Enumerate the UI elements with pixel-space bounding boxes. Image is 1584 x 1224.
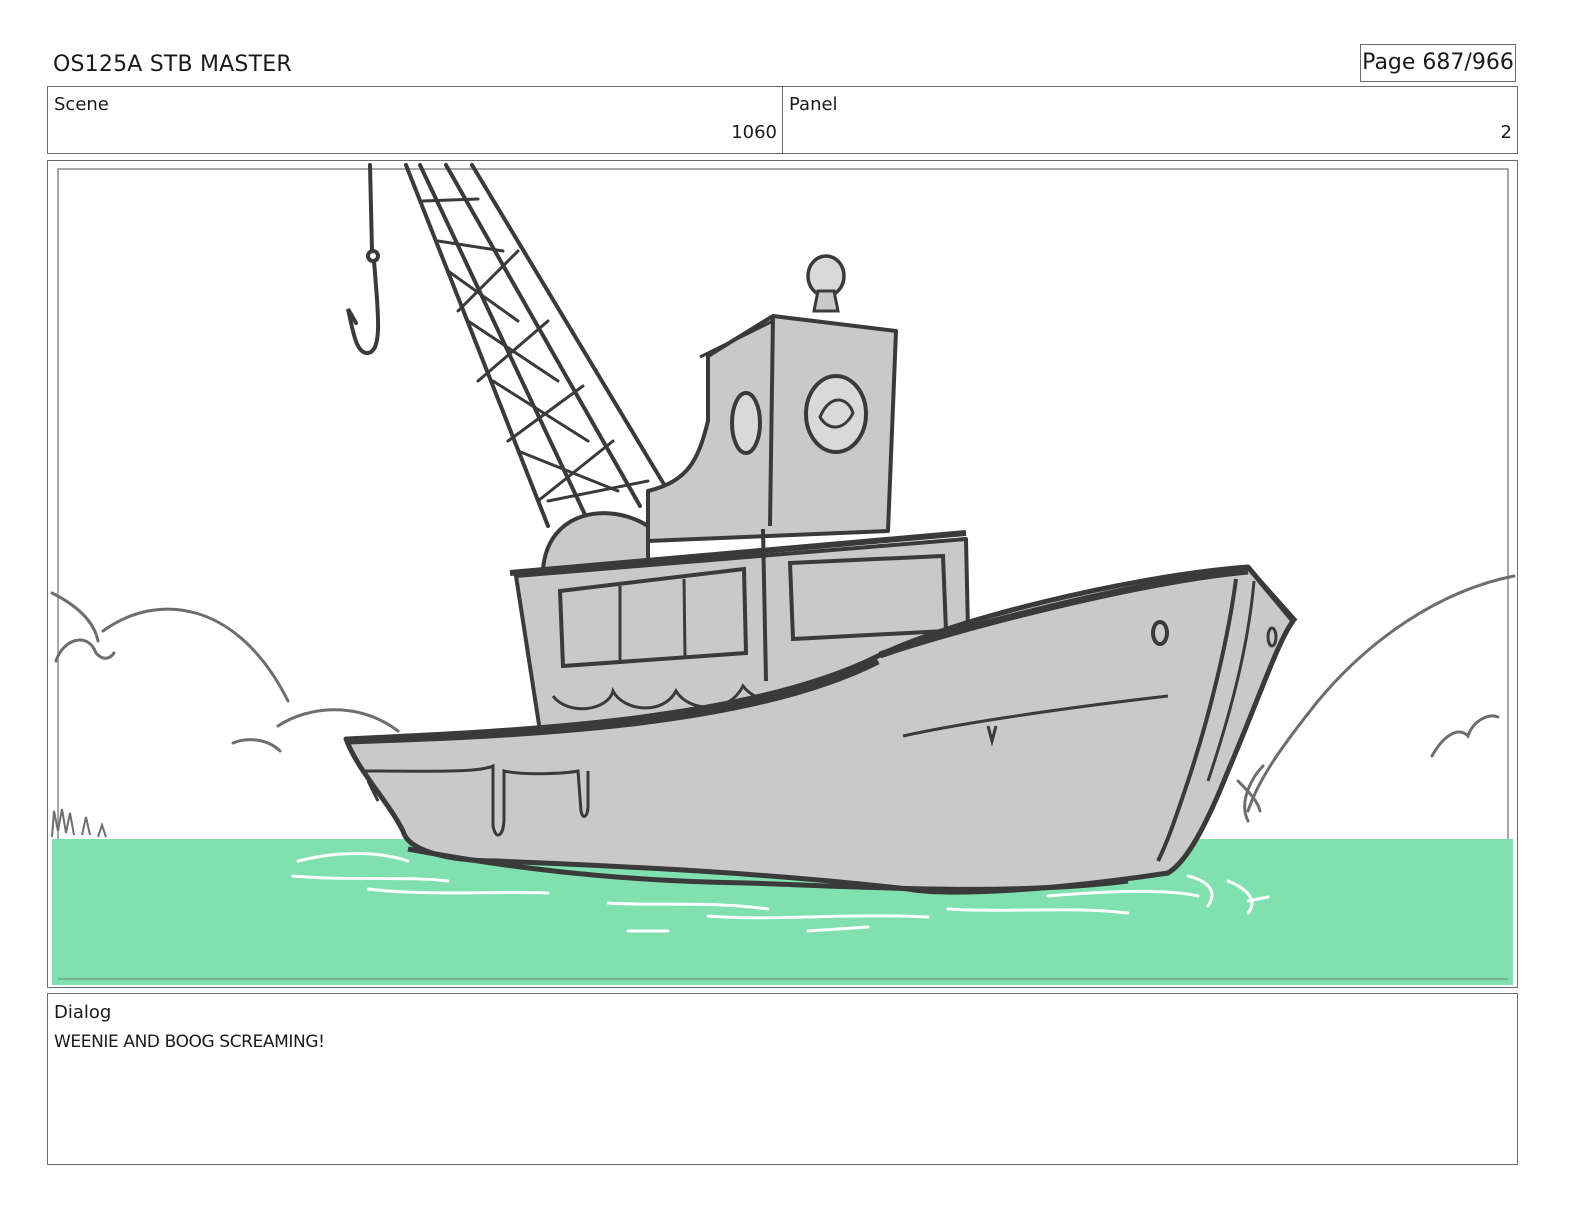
panel-number: 2 — [1500, 122, 1512, 143]
dialog-label: Dialog — [54, 1002, 112, 1023]
storyboard-page: OS125A STB MASTER Page 687/966 Scene 106… — [0, 0, 1584, 1224]
page-number: Page 687/966 — [1360, 44, 1516, 82]
scene-cell: Scene 1060 — [48, 87, 783, 153]
dialog-text: WEENIE AND BOOG SCREAMING! — [54, 1032, 325, 1052]
scene-panel-row: Scene 1060 Panel 2 — [47, 86, 1518, 154]
scene-number: 1060 — [731, 122, 777, 143]
panel-label: Panel — [789, 94, 838, 115]
left-bushes — [51, 808, 107, 838]
dialog-box: Dialog WEENIE AND BOOG SCREAMING! — [47, 993, 1518, 1165]
boat-sketch-drawing — [50, 163, 1516, 985]
cabin-tower — [646, 254, 898, 543]
panel-cell: Panel 2 — [783, 87, 1517, 153]
storyboard-frame — [47, 160, 1518, 988]
crane-boom — [404, 163, 670, 528]
crane-hook — [346, 163, 381, 355]
scene-label: Scene — [54, 94, 109, 115]
document-title: OS125A STB MASTER — [53, 52, 292, 77]
